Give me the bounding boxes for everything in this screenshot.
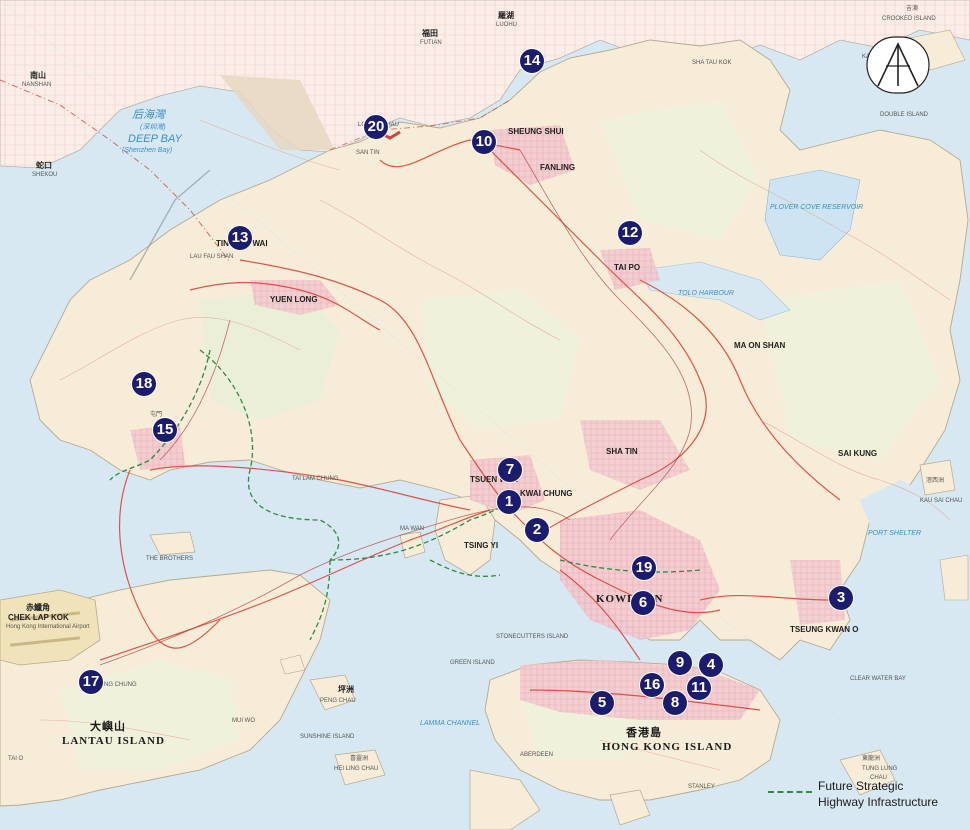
- site-marker-9[interactable]: 9: [668, 651, 692, 675]
- site-marker-15[interactable]: 15: [153, 418, 177, 442]
- label-hei-ling-chau: HEI LING CHAU: [334, 766, 379, 772]
- north-arrow-icon: [866, 36, 930, 94]
- label-tsing-yi: TSING YI: [464, 541, 499, 550]
- site-marker-8[interactable]: 8: [663, 691, 687, 715]
- label-deep-bay-en: DEEP BAY: [128, 133, 182, 145]
- label-crooked-island: CROOKED ISLAND: [882, 16, 936, 22]
- site-marker-16[interactable]: 16: [640, 673, 664, 697]
- label-tung-lung-cn: 東龍洲: [862, 756, 881, 762]
- label-clear-water-bay: CLEAR WATER BAY: [850, 676, 906, 682]
- label-double-island: DOUBLE ISLAND: [880, 112, 929, 118]
- label-luohu-cn: 羅湖: [498, 11, 514, 20]
- label-crooked-cn: 吉澳: [906, 6, 919, 12]
- site-marker-18[interactable]: 18: [132, 372, 156, 396]
- label-lantau-en: LANTAU ISLAND: [62, 735, 165, 747]
- label-deep-bay-cn2: (深圳灣): [140, 124, 166, 131]
- label-kau-sai-chau-cn: 滘西洲: [926, 478, 945, 484]
- site-marker-3[interactable]: 3: [829, 586, 853, 610]
- site-marker-1[interactable]: 1: [497, 490, 521, 514]
- label-tolo-harbour: TOLO HARBOUR: [678, 290, 734, 297]
- label-tuen-mun: 屯門: [150, 412, 163, 418]
- label-hk-island-cn: 香港島: [626, 727, 662, 739]
- site-marker-2[interactable]: 2: [525, 518, 549, 542]
- label-hei-ling-chau-cn: 喜靈洲: [350, 756, 369, 762]
- label-peng-chau: PENG CHAU: [320, 698, 356, 704]
- label-the-brothers: THE BROTHERS: [146, 556, 194, 562]
- label-sha-tau-kok: SHA TAU KOK: [692, 60, 732, 66]
- label-deep-bay-en2: (Shenzhen Bay): [122, 147, 173, 154]
- label-kwai-chung: KWAI CHUNG: [520, 489, 573, 498]
- label-mui-wo: MUI WO: [232, 718, 255, 724]
- label-deep-bay-cn: 后海灣: [132, 109, 165, 121]
- label-hk-airport: Hong Kong International Airport: [6, 624, 90, 630]
- label-lamma-channel: LAMMA CHANNEL: [420, 720, 481, 727]
- label-fanling: FANLING: [540, 163, 576, 172]
- legend-line-1: Future Strategic: [818, 779, 904, 793]
- label-sunshine-island: SUNSHINE ISLAND: [300, 734, 355, 740]
- label-ma-on-shan: MA ON SHAN: [734, 341, 786, 350]
- site-marker-10[interactable]: 10: [472, 130, 496, 154]
- label-tai-po: TAI PO: [614, 263, 641, 272]
- label-stanley: STANLEY: [688, 784, 715, 790]
- label-stonecutters: STONECUTTERS ISLAND: [496, 634, 569, 640]
- legend-label: Future Strategic Highway Infrastructure: [818, 778, 938, 810]
- site-marker-17[interactable]: 17: [79, 670, 103, 694]
- label-chek-lap-kok: CHEK LAP KOK: [8, 613, 69, 622]
- territory-map: 南山 NANSHAN 福田 FUTIAN 羅湖 LUOHU 蛇口 SHEKOU …: [0, 0, 970, 830]
- site-marker-12[interactable]: 12: [618, 221, 642, 245]
- legend-dashed-line-icon: [768, 791, 812, 793]
- legend-line-2: Highway Infrastructure: [818, 795, 939, 809]
- label-green-island: GREEN ISLAND: [450, 660, 495, 666]
- site-marker-7[interactable]: 7: [498, 458, 522, 482]
- label-tung-lung: TUNG LUNG: [862, 766, 898, 772]
- label-chek-lap-kok-cn: 赤鱲角: [26, 603, 50, 612]
- label-hk-island-en: HONG KONG ISLAND: [602, 741, 733, 753]
- label-port-shelter: PORT SHELTER: [868, 530, 922, 537]
- site-marker-11[interactable]: 11: [687, 676, 711, 700]
- label-kau-sai-chau: KAU SAI CHAU: [920, 498, 963, 504]
- label-peng-chau-cn: 坪洲: [338, 685, 354, 694]
- label-luohu: LUOHU: [496, 22, 518, 28]
- site-marker-6[interactable]: 6: [631, 591, 655, 615]
- label-shekou-cn: 蛇口: [36, 161, 52, 170]
- label-aberdeen: ABERDEEN: [520, 752, 554, 758]
- site-marker-20[interactable]: 20: [364, 115, 388, 139]
- site-marker-5[interactable]: 5: [590, 691, 614, 715]
- site-marker-4[interactable]: 4: [699, 653, 723, 677]
- label-tseung-kwan-o: TSEUNG KWAN O: [790, 625, 859, 634]
- label-tai-lam: TAI LAM CHUNG: [292, 476, 339, 482]
- label-lantau-cn: 大嶼山: [90, 721, 126, 733]
- label-sai-kung: SAI KUNG: [838, 449, 878, 458]
- label-sha-tin: SHA TIN: [606, 447, 638, 456]
- label-yuen-long: YUEN LONG: [270, 295, 318, 304]
- site-marker-19[interactable]: 19: [632, 556, 656, 580]
- label-nanshan-cn: 南山: [30, 71, 46, 80]
- label-san-tin: SAN TIN: [356, 150, 380, 156]
- site-marker-13[interactable]: 13: [228, 226, 252, 250]
- map-legend: Future Strategic Highway Infrastructure: [768, 778, 968, 818]
- label-ma-wan: MA WAN: [400, 526, 425, 532]
- label-nanshan: NANSHAN: [22, 82, 52, 88]
- label-lau-fau-shan: LAU FAU SHAN: [190, 254, 234, 260]
- label-sheung-shui: SHEUNG SHUI: [508, 127, 564, 136]
- label-tai-o: TAI O: [8, 756, 24, 762]
- label-futian: FUTIAN: [420, 40, 442, 46]
- label-plover-cove: PLOVER COVE RESERVOIR: [770, 204, 864, 211]
- label-futian-cn: 福田: [422, 29, 438, 38]
- site-marker-14[interactable]: 14: [520, 49, 544, 73]
- label-shekou: SHEKOU: [32, 172, 58, 178]
